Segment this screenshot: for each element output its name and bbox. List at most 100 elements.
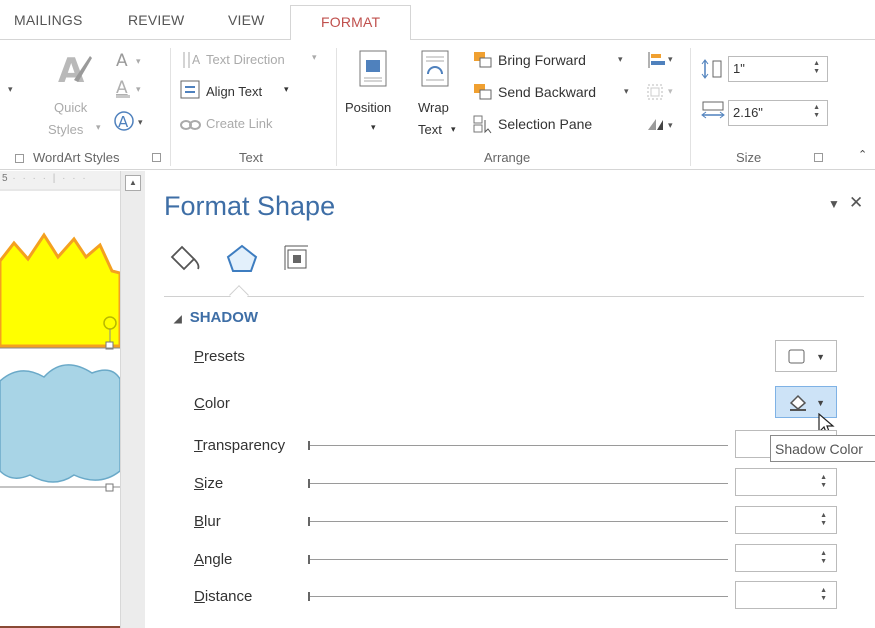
transparency-slider-thumb[interactable] <box>308 441 310 450</box>
scroll-up-button[interactable]: ▲ <box>125 175 141 191</box>
quick-styles-caret[interactable]: ▾ <box>96 122 101 133</box>
tab-view[interactable]: VIEW <box>228 12 265 28</box>
bring-forward-icon[interactable] <box>472 50 494 75</box>
position-icon[interactable] <box>358 50 388 93</box>
presets-dropdown[interactable]: ▼ <box>775 340 837 372</box>
angle-input[interactable]: ▲ ▼ <box>735 544 837 572</box>
size-slider-thumb[interactable] <box>308 479 310 488</box>
svg-text:▾: ▾ <box>668 120 673 130</box>
group-icon[interactable]: ▾ <box>646 82 678 107</box>
align-text-icon[interactable] <box>180 80 202 105</box>
wrap-text-label-2[interactable]: Text <box>418 122 442 137</box>
group-divider <box>170 48 171 166</box>
tab-format[interactable]: FORMAT <box>290 5 412 41</box>
angle-slider[interactable] <box>308 559 728 560</box>
wrap-text-label-1[interactable]: Wrap <box>418 100 449 115</box>
blur-slider-thumb[interactable] <box>308 517 310 526</box>
size-dialog-launcher[interactable] <box>814 153 823 162</box>
group-divider <box>336 48 337 166</box>
width-icon[interactable] <box>700 100 726 127</box>
quick-styles-label-2[interactable]: Styles <box>48 122 83 137</box>
pane-title: Format Shape <box>164 191 336 221</box>
transparency-slider[interactable] <box>308 445 728 446</box>
tab-review[interactable]: REVIEW <box>128 12 184 28</box>
svg-text:▾: ▾ <box>668 86 673 96</box>
size-slider[interactable] <box>308 483 728 484</box>
distance-slider[interactable] <box>308 596 728 597</box>
position-label[interactable]: Position <box>345 100 391 115</box>
group-divider <box>690 48 691 166</box>
bring-forward-label[interactable]: Bring Forward <box>498 52 586 68</box>
send-backward-label[interactable]: Send Backward <box>498 84 596 100</box>
blur-slider[interactable] <box>308 521 728 522</box>
svg-text:▾: ▾ <box>136 84 141 94</box>
cloud-shape <box>0 364 120 483</box>
collapse-triangle-icon[interactable]: ◢ <box>174 314 182 325</box>
distance-slider-thumb[interactable] <box>308 592 310 601</box>
text-outline-icon[interactable]: A ▾ <box>114 78 144 105</box>
collapse-ribbon-icon[interactable]: ⌃ <box>858 148 867 161</box>
close-icon[interactable]: ✕ <box>849 193 863 213</box>
shape-width-input[interactable]: 2.16" ▲ ▼ <box>728 100 828 126</box>
height-icon[interactable] <box>700 58 726 85</box>
quick-styles-icon[interactable]: A <box>56 50 92 95</box>
shape-height-value: 1" <box>733 61 745 76</box>
resize-handle <box>105 483 114 492</box>
align-text-caret[interactable]: ▾ <box>284 84 289 95</box>
wrap-text-icon[interactable] <box>420 50 450 93</box>
quick-styles-label-1[interactable]: Quick <box>54 100 87 115</box>
size-input[interactable]: ▲ ▼ <box>735 468 837 496</box>
shadow-section-header[interactable]: ◢ SHADOW <box>174 309 258 326</box>
wrap-text-caret[interactable]: ▾ <box>451 124 456 135</box>
size-label: Size <box>194 475 224 492</box>
layout-properties-icon[interactable] <box>282 243 312 278</box>
wordart-group-label: WordArt Styles <box>33 150 120 165</box>
effects-icon[interactable] <box>224 243 260 278</box>
size-spinner-arrows[interactable]: ▲ ▼ <box>820 474 827 490</box>
angle-label: Angle <box>194 551 233 568</box>
distance-input[interactable]: ▲ ▼ <box>735 581 837 609</box>
pane-options-caret[interactable]: ▼ <box>828 197 840 211</box>
align-text-label[interactable]: Align Text <box>206 84 262 99</box>
svg-text:A: A <box>192 53 201 67</box>
send-backward-caret[interactable]: ▾ <box>624 86 629 97</box>
send-backward-icon[interactable] <box>472 82 494 107</box>
position-caret[interactable]: ▾ <box>371 122 376 133</box>
height-spinner-arrows[interactable]: ▲ ▼ <box>813 60 820 76</box>
text-group-label: Text <box>239 150 263 165</box>
angle-slider-thumb[interactable] <box>308 555 310 564</box>
text-direction-icon[interactable]: A <box>180 50 204 75</box>
text-fill-icon[interactable]: A ▾ <box>114 50 144 75</box>
rotate-icon[interactable]: ▾ <box>646 114 678 139</box>
selection-pane-icon[interactable] <box>472 114 494 139</box>
align-icon[interactable]: ▾ <box>646 50 678 75</box>
text-direction-label[interactable]: Text Direction <box>206 52 285 67</box>
format-shape-pane: Format Shape ▼ ✕ ◢ SHADOW Presets ▼ Color… <box>146 171 875 628</box>
blur-input[interactable]: ▲ ▼ <box>735 506 837 534</box>
shadow-section-label: SHADOW <box>189 309 259 326</box>
blur-spinner-arrows[interactable]: ▲ ▼ <box>820 512 827 528</box>
pane-divider <box>164 296 864 297</box>
selection-pane-label[interactable]: Selection Pane <box>498 116 592 132</box>
document-scrollbar[interactable]: ▲ <box>120 171 145 628</box>
tab-mailings[interactable]: MAILINGS <box>14 12 83 28</box>
wordart-group-launcher[interactable] <box>15 150 24 165</box>
svg-text:A: A <box>118 113 129 131</box>
blur-label: Blur <box>194 513 221 530</box>
angle-spinner-arrows[interactable]: ▲ ▼ <box>820 550 827 566</box>
distance-spinner-arrows[interactable]: ▲ ▼ <box>820 587 827 603</box>
text-direction-caret[interactable]: ▾ <box>312 52 317 63</box>
shape-height-input[interactable]: 1" ▲ ▼ <box>728 56 828 82</box>
chevron-down-icon: ▼ <box>816 352 825 362</box>
document-page[interactable] <box>0 191 120 628</box>
create-link-label[interactable]: Create Link <box>206 116 272 131</box>
width-spinner-arrows[interactable]: ▲ ▼ <box>813 104 820 120</box>
text-effects-icon[interactable]: A ▾ <box>114 110 148 137</box>
create-link-icon[interactable] <box>180 118 202 137</box>
ribbon-tab-bar: MAILINGS REVIEW VIEW FORMAT <box>0 0 875 41</box>
fill-line-icon[interactable] <box>168 243 204 278</box>
truncated-dropdown-caret[interactable]: ▾ <box>8 84 13 95</box>
svg-text:▾: ▾ <box>136 56 141 66</box>
bring-forward-caret[interactable]: ▾ <box>618 54 623 65</box>
wordart-dialog-launcher[interactable] <box>152 153 161 162</box>
